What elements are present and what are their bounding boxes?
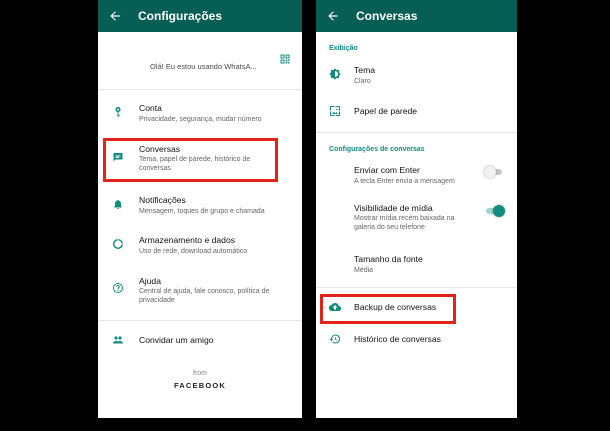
wallpaper-label: Papel de parede: [354, 106, 418, 116]
settings-item-help[interactable]: Ajuda Central de ajuda, fale conosco, po…: [98, 273, 302, 313]
notifications-sub: Mensagem, toques de grupo e chamada: [139, 208, 265, 215]
theme-item[interactable]: Tema Claro: [316, 62, 517, 90]
storage-icon: [113, 239, 123, 249]
settings-header: Configurações: [98, 0, 302, 32]
settings-item-storage[interactable]: Armazenamento e dados Uso de rede, downl…: [98, 232, 302, 262]
divider: [316, 287, 517, 288]
chat-history-item[interactable]: Histórico de conversas: [316, 330, 517, 350]
history-icon: [329, 334, 341, 344]
font-size-value: Média: [354, 267, 374, 274]
account-sub: Privacidade, segurança, mudar número: [139, 116, 262, 123]
highlight-box-chats: [103, 138, 278, 182]
profile-status: Olá! Eu estou usando WhatsA...: [150, 62, 257, 71]
toggle-knob: [493, 205, 505, 217]
media-visibility-item[interactable]: Visibilidade de mídia Mostrar mídia recé…: [316, 200, 517, 238]
media-visibility-toggle[interactable]: [484, 205, 505, 217]
invite-friend-label: Convidar um amigo: [139, 335, 214, 345]
toggle-knob: [484, 166, 496, 178]
invite-friend-item[interactable]: Convidar um amigo: [98, 330, 302, 352]
key-icon: [115, 107, 121, 117]
help-sub: Central de ajuda, fale conosco, política…: [139, 288, 270, 304]
settings-item-notifications[interactable]: Notificações Mensagem, toques de grupo e…: [98, 192, 302, 222]
font-size-label: Tamanho da fonte: [354, 254, 423, 264]
storage-sub: Uso de rede, download automático: [139, 248, 248, 255]
wallpaper-item[interactable]: Papel de parede: [316, 102, 517, 122]
storage-label: Armazenamento e dados: [139, 235, 236, 245]
from-facebook: from FACEBOOK: [98, 370, 302, 390]
settings-item-account[interactable]: Conta Privacidade, segurança, mudar núme…: [98, 100, 302, 130]
enter-send-item[interactable]: Enviar com Enter A tecla Enter envia a m…: [316, 162, 517, 190]
profile-row[interactable]: Olá! Eu estou usando WhatsA...: [98, 32, 302, 90]
help-label: Ajuda: [139, 276, 161, 286]
page-title: Conversas: [356, 9, 418, 23]
chats-header: Conversas: [316, 0, 517, 32]
help-icon: [113, 283, 123, 293]
enter-send-toggle[interactable]: [484, 166, 504, 178]
wallpaper-icon: [330, 106, 340, 116]
media-visibility-sub: Mostrar mídia recém baixada na galeria d…: [354, 215, 455, 231]
chats-settings-screen: Conversas Exibição Tema Claro Papel de p…: [316, 0, 517, 418]
notifications-label: Notificações: [139, 195, 186, 205]
account-label: Conta: [139, 103, 162, 113]
theme-icon: [329, 68, 341, 80]
divider: [98, 320, 302, 321]
font-size-item[interactable]: Tamanho da fonte Média: [316, 251, 517, 279]
enter-send-sub: A tecla Enter envia a mensagem: [354, 178, 455, 185]
back-arrow-icon[interactable]: [108, 9, 122, 23]
section-chat-settings: Configurações de conversas: [329, 146, 425, 153]
facebook-brand: FACEBOOK: [173, 381, 227, 390]
media-visibility-label: Visibilidade de mídia: [354, 203, 433, 213]
theme-label: Tema: [354, 65, 376, 75]
section-display: Exibição: [329, 45, 358, 52]
back-arrow-icon[interactable]: [326, 9, 340, 23]
divider: [316, 132, 517, 133]
theme-value: Claro: [354, 78, 371, 85]
page-title: Configurações: [138, 9, 223, 23]
bell-icon: [114, 200, 122, 209]
from-text: from: [193, 370, 207, 377]
enter-send-label: Enviar com Enter: [354, 165, 420, 175]
qr-code-icon[interactable]: [279, 53, 291, 65]
chat-history-label: Histórico de conversas: [354, 334, 441, 344]
people-icon: [113, 336, 123, 344]
settings-screen: Configurações Olá! Eu estou usando Whats…: [98, 0, 302, 418]
highlight-box-backup: [320, 294, 456, 324]
